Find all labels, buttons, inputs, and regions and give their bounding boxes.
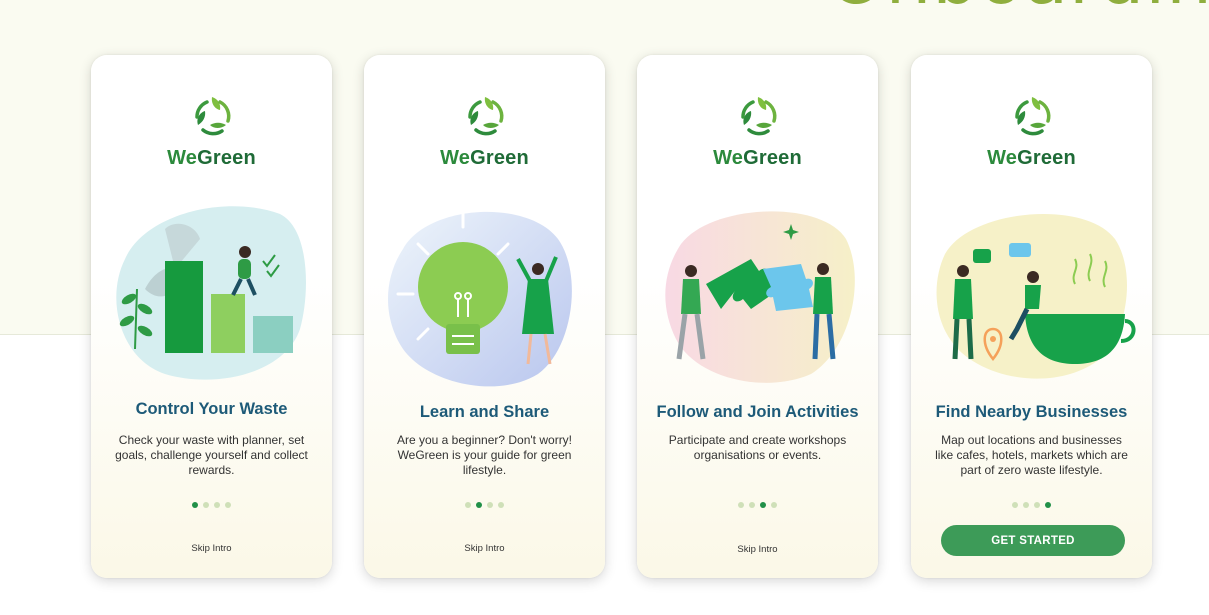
indicator-dot-4[interactable] (498, 502, 504, 508)
puzzle-people-illustration (665, 211, 855, 383)
onboarding-card-4: WeGreen Find Nearby Businesses Map out l… (911, 55, 1152, 578)
screen-description: Check your waste with planner, set goals… (115, 433, 308, 477)
skip-intro-link[interactable]: Skip Intro (637, 544, 878, 555)
recycle-leaf-icon (1014, 97, 1050, 136)
indicator-dot-4[interactable] (225, 502, 231, 508)
indicator-dot-2[interactable] (476, 502, 482, 508)
logo: WeGreen (911, 91, 1152, 170)
onboarding-card-1: WeGreen Control Your Waste Check your wa… (91, 55, 332, 578)
onboarding-card-2: WeGreen Learn and Share Are you a beginn… (364, 55, 605, 578)
indicator-dot-3[interactable] (1034, 502, 1040, 508)
indicator-dot-3[interactable] (214, 502, 220, 508)
page-indicator (91, 502, 332, 508)
logo: WeGreen (364, 91, 605, 170)
recycle-leaf-icon (194, 97, 230, 136)
brand-name: WeGreen (987, 147, 1076, 169)
logo: WeGreen (91, 91, 332, 170)
brand-name: WeGreen (713, 147, 802, 169)
page-indicator (911, 502, 1152, 508)
logo: WeGreen (637, 91, 878, 170)
screen-description: Map out locations and businesses like ca… (935, 433, 1128, 477)
screen-title: Find Nearby Businesses (935, 403, 1128, 421)
indicator-dot-4[interactable] (1045, 502, 1051, 508)
screen-description: Participate and create workshops organis… (668, 433, 847, 462)
indicator-dot-2[interactable] (1023, 502, 1029, 508)
indicator-dot-2[interactable] (203, 502, 209, 508)
screen-title: Learn and Share (419, 403, 550, 421)
lightbulb-person-illustration (388, 211, 572, 387)
skip-intro-link[interactable]: Skip Intro (364, 543, 605, 554)
indicator-dot-1[interactable] (465, 502, 471, 508)
chart-person-illustration (116, 206, 306, 380)
skip-intro-link[interactable]: Skip Intro (91, 543, 332, 554)
screen-title: Control Your Waste (135, 400, 288, 418)
get-started-button[interactable]: GET STARTED (941, 525, 1125, 556)
page-heading: Onboarding (828, 0, 1209, 14)
brand-name: WeGreen (167, 147, 256, 169)
indicator-dot-1[interactable] (1012, 502, 1018, 508)
brand-name: WeGreen (440, 147, 529, 169)
recycle-leaf-icon (467, 97, 503, 136)
recycle-leaf-icon (740, 97, 776, 136)
indicator-dot-1[interactable] (738, 502, 744, 508)
indicator-dot-3[interactable] (487, 502, 493, 508)
indicator-dot-2[interactable] (749, 502, 755, 508)
screen-title: Follow and Join Activities (656, 403, 859, 421)
cafe-people-illustration (936, 213, 1136, 379)
onboarding-card-3: WeGreen Follow and Join Activities Parti… (637, 55, 878, 578)
indicator-dot-3[interactable] (760, 502, 766, 508)
page-indicator (364, 502, 605, 508)
indicator-dot-1[interactable] (192, 502, 198, 508)
page-indicator (637, 502, 878, 508)
indicator-dot-4[interactable] (771, 502, 777, 508)
screen-description: Are you a beginner? Don't worry! WeGreen… (396, 433, 573, 477)
